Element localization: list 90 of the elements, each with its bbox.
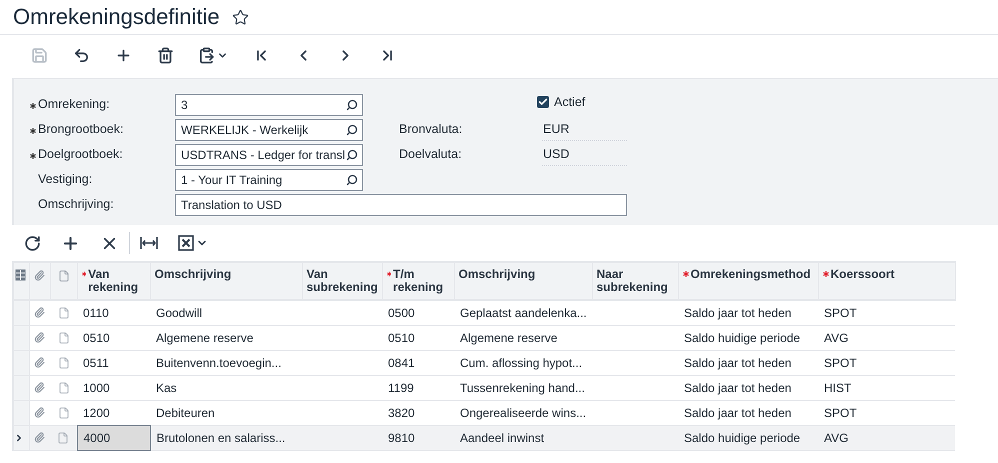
table-cell: Saldo jaar tot heden [678, 350, 818, 375]
fit-columns-icon [140, 236, 158, 250]
grid-settings-icon[interactable] [15, 269, 26, 281]
table-cell: AVG [818, 425, 955, 450]
search-icon[interactable] [346, 174, 358, 186]
table-cell: AVG [818, 325, 955, 350]
spreadsheet-icon [178, 235, 194, 251]
field-label: Brongrootboek: [38, 121, 124, 138]
table-cell: 0510 [77, 325, 150, 350]
save-icon [30, 46, 48, 64]
trash-icon [156, 46, 174, 64]
field-value: EUR [543, 120, 570, 138]
field-label: Doelgrootboek: [38, 146, 123, 164]
table-cell: Goodwill [150, 300, 302, 325]
table-cell: Algemene reserve [454, 325, 592, 350]
table-cell: 0500 [382, 300, 454, 325]
document-icon[interactable] [57, 432, 70, 444]
clipboard-icon [198, 46, 215, 64]
table-cell: 1199 [382, 375, 454, 400]
document-icon [58, 270, 70, 282]
table-cell: Tussenrekening hand... [454, 375, 592, 400]
table-cell: Kas [150, 375, 302, 400]
input-field[interactable]: Translation to USD [175, 194, 627, 216]
table-cell: Saldo huidige periode [678, 325, 818, 350]
input-field[interactable]: WERKELIJK - Werkelijk [175, 118, 363, 140]
field-label: Vestiging: [38, 171, 92, 188]
search-icon[interactable] [346, 148, 358, 160]
undo-icon [72, 46, 90, 64]
table-cell: Saldo jaar tot heden [678, 375, 818, 400]
document-icon[interactable] [58, 306, 70, 319]
table-cell: 0511 [77, 350, 150, 375]
table-cell: 0110 [77, 300, 150, 325]
field-label: Bronvaluta: [399, 121, 464, 138]
table-cell: Algemene reserve [150, 325, 302, 350]
paperclip-icon[interactable] [34, 432, 46, 443]
column-header[interactable]: Omrekeningsmethod [678, 262, 818, 300]
input-field[interactable]: USDTRANS - Ledger for transl [175, 144, 363, 166]
table-cell: SPOT [818, 400, 955, 425]
table-cell: Saldo jaar tot heden [678, 300, 818, 325]
table-cell: 0841 [382, 350, 454, 375]
column-header[interactable]: Omschrijving [150, 262, 302, 300]
table-cell: Saldo huidige periode [678, 425, 818, 450]
column-header[interactable]: T/m rekening [382, 262, 454, 300]
table-cell: Debiteuren [150, 400, 302, 425]
table-cell: SPOT [818, 300, 955, 325]
table-cell: Ongerealiseerde wins... [454, 400, 592, 425]
table-cell: 9810 [382, 425, 454, 450]
paperclip-icon [34, 270, 45, 281]
table-cell: Brutolonen en salariss... [150, 425, 302, 450]
column-header[interactable]: Van subrekening [302, 262, 382, 300]
search-icon[interactable] [346, 98, 358, 110]
table-cell: 1200 [77, 400, 150, 425]
table-cell: 1000 [77, 375, 150, 400]
document-icon[interactable] [58, 382, 70, 394]
column-header[interactable]: Koerssoort [818, 262, 955, 300]
paperclip-icon[interactable] [34, 357, 46, 368]
paperclip-icon[interactable] [34, 307, 46, 318]
checkbox[interactable] [537, 96, 549, 108]
document-icon[interactable] [58, 406, 70, 418]
table-cell: Cum. aflossing hypot... [454, 350, 592, 375]
document-icon[interactable] [58, 356, 70, 368]
field-label: Doelvaluta: [399, 146, 463, 164]
page-title: Omrekeningsdefinitie [13, 6, 220, 28]
input-field[interactable]: 1 - Your IT Training [175, 168, 363, 190]
row-selector[interactable] [14, 425, 29, 450]
field-label: Omschrijving: [38, 196, 114, 214]
table-cell: Buitenvenn.toevoegin... [150, 350, 302, 375]
column-header[interactable]: Naar subrekening [592, 262, 678, 300]
document-icon[interactable] [58, 332, 70, 344]
table-cell: Geplaatst aandelenka... [454, 300, 592, 325]
search-icon[interactable] [346, 124, 358, 136]
paperclip-icon[interactable] [34, 407, 46, 418]
table-cell: Aandeel inwinst [454, 425, 592, 450]
column-header[interactable]: Van rekening [77, 262, 150, 300]
paperclip-icon[interactable] [34, 382, 46, 393]
current-row-icon [14, 432, 24, 442]
table-cell: SPOT [818, 350, 955, 375]
table-cell: 4000 [77, 425, 150, 450]
paperclip-icon[interactable] [34, 332, 46, 343]
table-cell: 0510 [382, 325, 454, 350]
favorite-star-icon[interactable] [232, 8, 249, 26]
field-value: USD [543, 146, 570, 163]
refresh-icon [24, 234, 41, 252]
input-field[interactable]: 3 [175, 94, 363, 116]
table-cell: HIST [818, 375, 955, 400]
column-header[interactable]: Omschrijving [454, 262, 592, 300]
checkbox-label: Actief [554, 94, 586, 111]
field-label: Omrekening: [38, 96, 110, 114]
table-cell: Saldo jaar tot heden [678, 400, 818, 425]
table-cell: 3820 [382, 400, 454, 425]
